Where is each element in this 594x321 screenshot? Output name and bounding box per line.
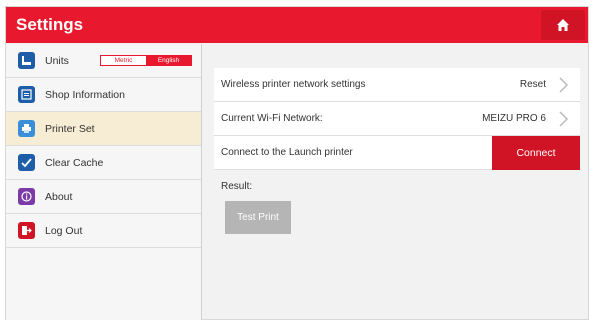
sidebar-item-clear-cache[interactable]: Clear Cache [6,146,201,180]
main-content: Wireless printer network settings Reset … [214,44,588,320]
sidebar-item-log-out[interactable]: Log Out [6,214,201,248]
sidebar-item-label: About [45,190,73,203]
chevron-right-icon [559,111,569,127]
result-label: Result: [221,181,253,192]
wireless-settings-label: Wireless printer network settings [221,79,366,90]
english-option[interactable]: English [146,56,191,65]
connect-printer-label: Connect to the Launch printer [221,147,353,158]
sidebar-item-shop-information[interactable]: Shop Information [6,78,201,112]
home-button[interactable] [541,10,585,40]
wireless-settings-row[interactable]: Wireless printer network settings Reset [214,68,580,102]
sidebar-item-about[interactable]: About [6,180,201,214]
chevron-right-icon [559,77,569,93]
connect-button[interactable]: Connect [492,136,580,170]
sidebar-item-label: Log Out [45,224,83,237]
logout-icon [18,222,35,239]
units-toggle[interactable]: Metric English [100,55,192,66]
sidebar-item-printer-set[interactable]: Printer Set [6,112,201,146]
reset-value: Reset [519,79,546,90]
units-icon [18,52,35,69]
connect-printer-row: Connect to the Launch printer Connect [214,136,580,170]
settings-window: Settings Units Metric English Shop Infor… [5,6,589,320]
sidebar-item-label: Printer Set [45,122,95,135]
wifi-network-row[interactable]: Current Wi-Fi Network: MEIZU PRO 6 [214,102,580,136]
shop-info-icon [18,86,35,103]
test-print-button[interactable]: Test Print [225,201,291,234]
wifi-network-value: MEIZU PRO 6 [482,113,546,124]
sidebar: Units Metric English Shop Information Pr… [6,44,202,320]
wifi-network-label: Current Wi-Fi Network: [221,113,323,124]
metric-option[interactable]: Metric [101,56,146,65]
sidebar-item-units[interactable]: Units Metric English [6,44,201,78]
sidebar-item-label: Units [45,54,69,67]
title-bar: Settings [6,7,588,43]
about-icon [18,188,35,205]
home-icon [557,19,569,31]
sidebar-item-label: Clear Cache [45,156,104,169]
clear-cache-icon [18,154,35,171]
printer-icon [18,120,35,137]
page-title: Settings [16,15,84,34]
sidebar-item-label: Shop Information [45,88,125,101]
